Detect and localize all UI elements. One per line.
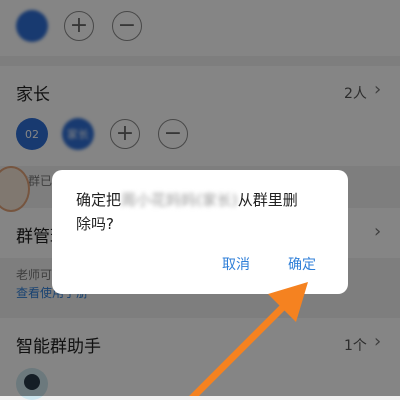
pointer-arrow-icon <box>189 282 308 396</box>
